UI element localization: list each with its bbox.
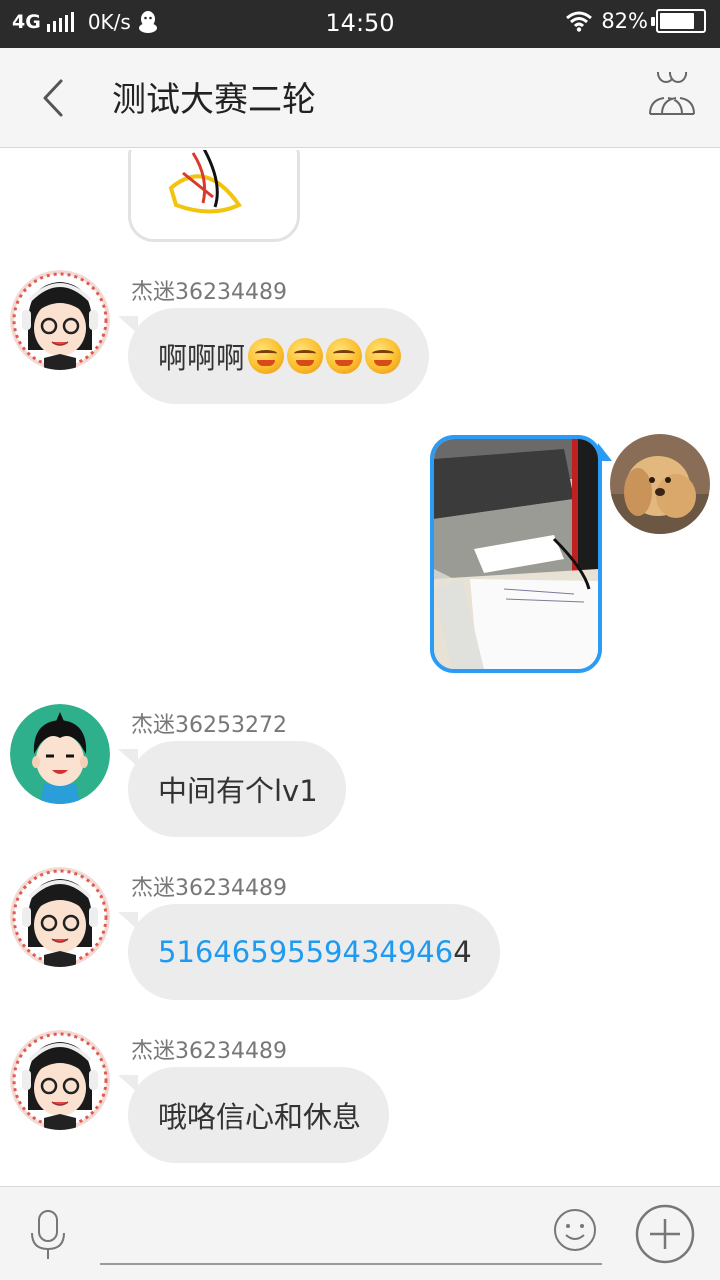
battery-percent: 82%: [601, 9, 648, 33]
printer-photo: [434, 439, 598, 669]
group-members-button[interactable]: [644, 63, 700, 126]
avatar[interactable]: [10, 704, 110, 804]
message-text: 中间有个lv1: [158, 774, 318, 808]
boy-avatar-icon: [10, 704, 110, 804]
chevron-left-icon: [43, 79, 63, 117]
wifi-icon: [566, 11, 593, 32]
girl-avatar-icon: [10, 270, 110, 370]
previous-image-message[interactable]: [128, 150, 300, 242]
emoji-button[interactable]: [552, 1207, 598, 1253]
chat-screen: 4G 0K/s 14:50 82% 测试大赛二轮 杰迷36234489 啊啊啊 …: [0, 0, 720, 1280]
image-message-tail: [598, 443, 612, 461]
avatar[interactable]: [10, 1030, 110, 1130]
status-bar: 4G 0K/s 14:50 82%: [0, 0, 720, 48]
message-bubble[interactable]: 啊啊啊: [117, 308, 430, 404]
smirk-emoji-icon: [248, 338, 285, 374]
message-text: 哦咯信心和休息: [158, 1100, 362, 1134]
smirk-emoji-icon: [287, 338, 324, 374]
message-text: 啊啊啊: [158, 341, 246, 375]
message-list[interactable]: 杰迷36234489 啊啊啊 杰迷36253272 中间有个lv1 杰迷3623…: [0, 150, 720, 1186]
avatar[interactable]: [10, 867, 110, 967]
input-underline: [100, 1263, 602, 1265]
battery-icon: [651, 9, 706, 33]
sender-name: 杰迷36234489: [131, 1039, 287, 1064]
girl-avatar-icon: [10, 867, 110, 967]
microphone-icon: [31, 1210, 65, 1259]
avatar[interactable]: [10, 270, 110, 370]
sketch-image: [168, 150, 243, 214]
message-bubble[interactable]: 中间有个lv1: [118, 741, 346, 837]
back-button[interactable]: [30, 73, 80, 123]
voice-button[interactable]: [28, 1207, 68, 1263]
status-right: 82%: [565, 9, 706, 33]
input-bar: [0, 1186, 720, 1280]
smirk-emoji-icon: [365, 338, 402, 374]
plus-circle-icon: [635, 1204, 695, 1264]
page-title: 测试大赛二轮: [112, 80, 316, 120]
message-text: 4: [453, 935, 472, 969]
dog-avatar-icon: [610, 434, 710, 534]
battery-level: [660, 13, 695, 29]
message-bubble[interactable]: 5164659559434946 4: [118, 904, 500, 1000]
sender-name: 杰迷36234489: [131, 876, 287, 901]
group-members-icon: [649, 63, 695, 115]
girl-avatar-icon: [10, 1030, 110, 1130]
phone-number-link[interactable]: 5164659559434946: [158, 935, 453, 969]
more-button[interactable]: [634, 1203, 696, 1265]
chat-header: 测试大赛二轮: [0, 48, 720, 148]
smirk-emoji-icon: [326, 338, 363, 374]
sender-name: 杰迷36234489: [131, 280, 287, 305]
image-message[interactable]: [430, 435, 602, 673]
sender-name: 杰迷36253272: [131, 713, 287, 738]
smiley-icon: [554, 1209, 596, 1251]
message-input[interactable]: [100, 1207, 540, 1261]
my-avatar[interactable]: [610, 434, 710, 534]
message-bubble[interactable]: 哦咯信心和休息: [117, 1067, 390, 1163]
